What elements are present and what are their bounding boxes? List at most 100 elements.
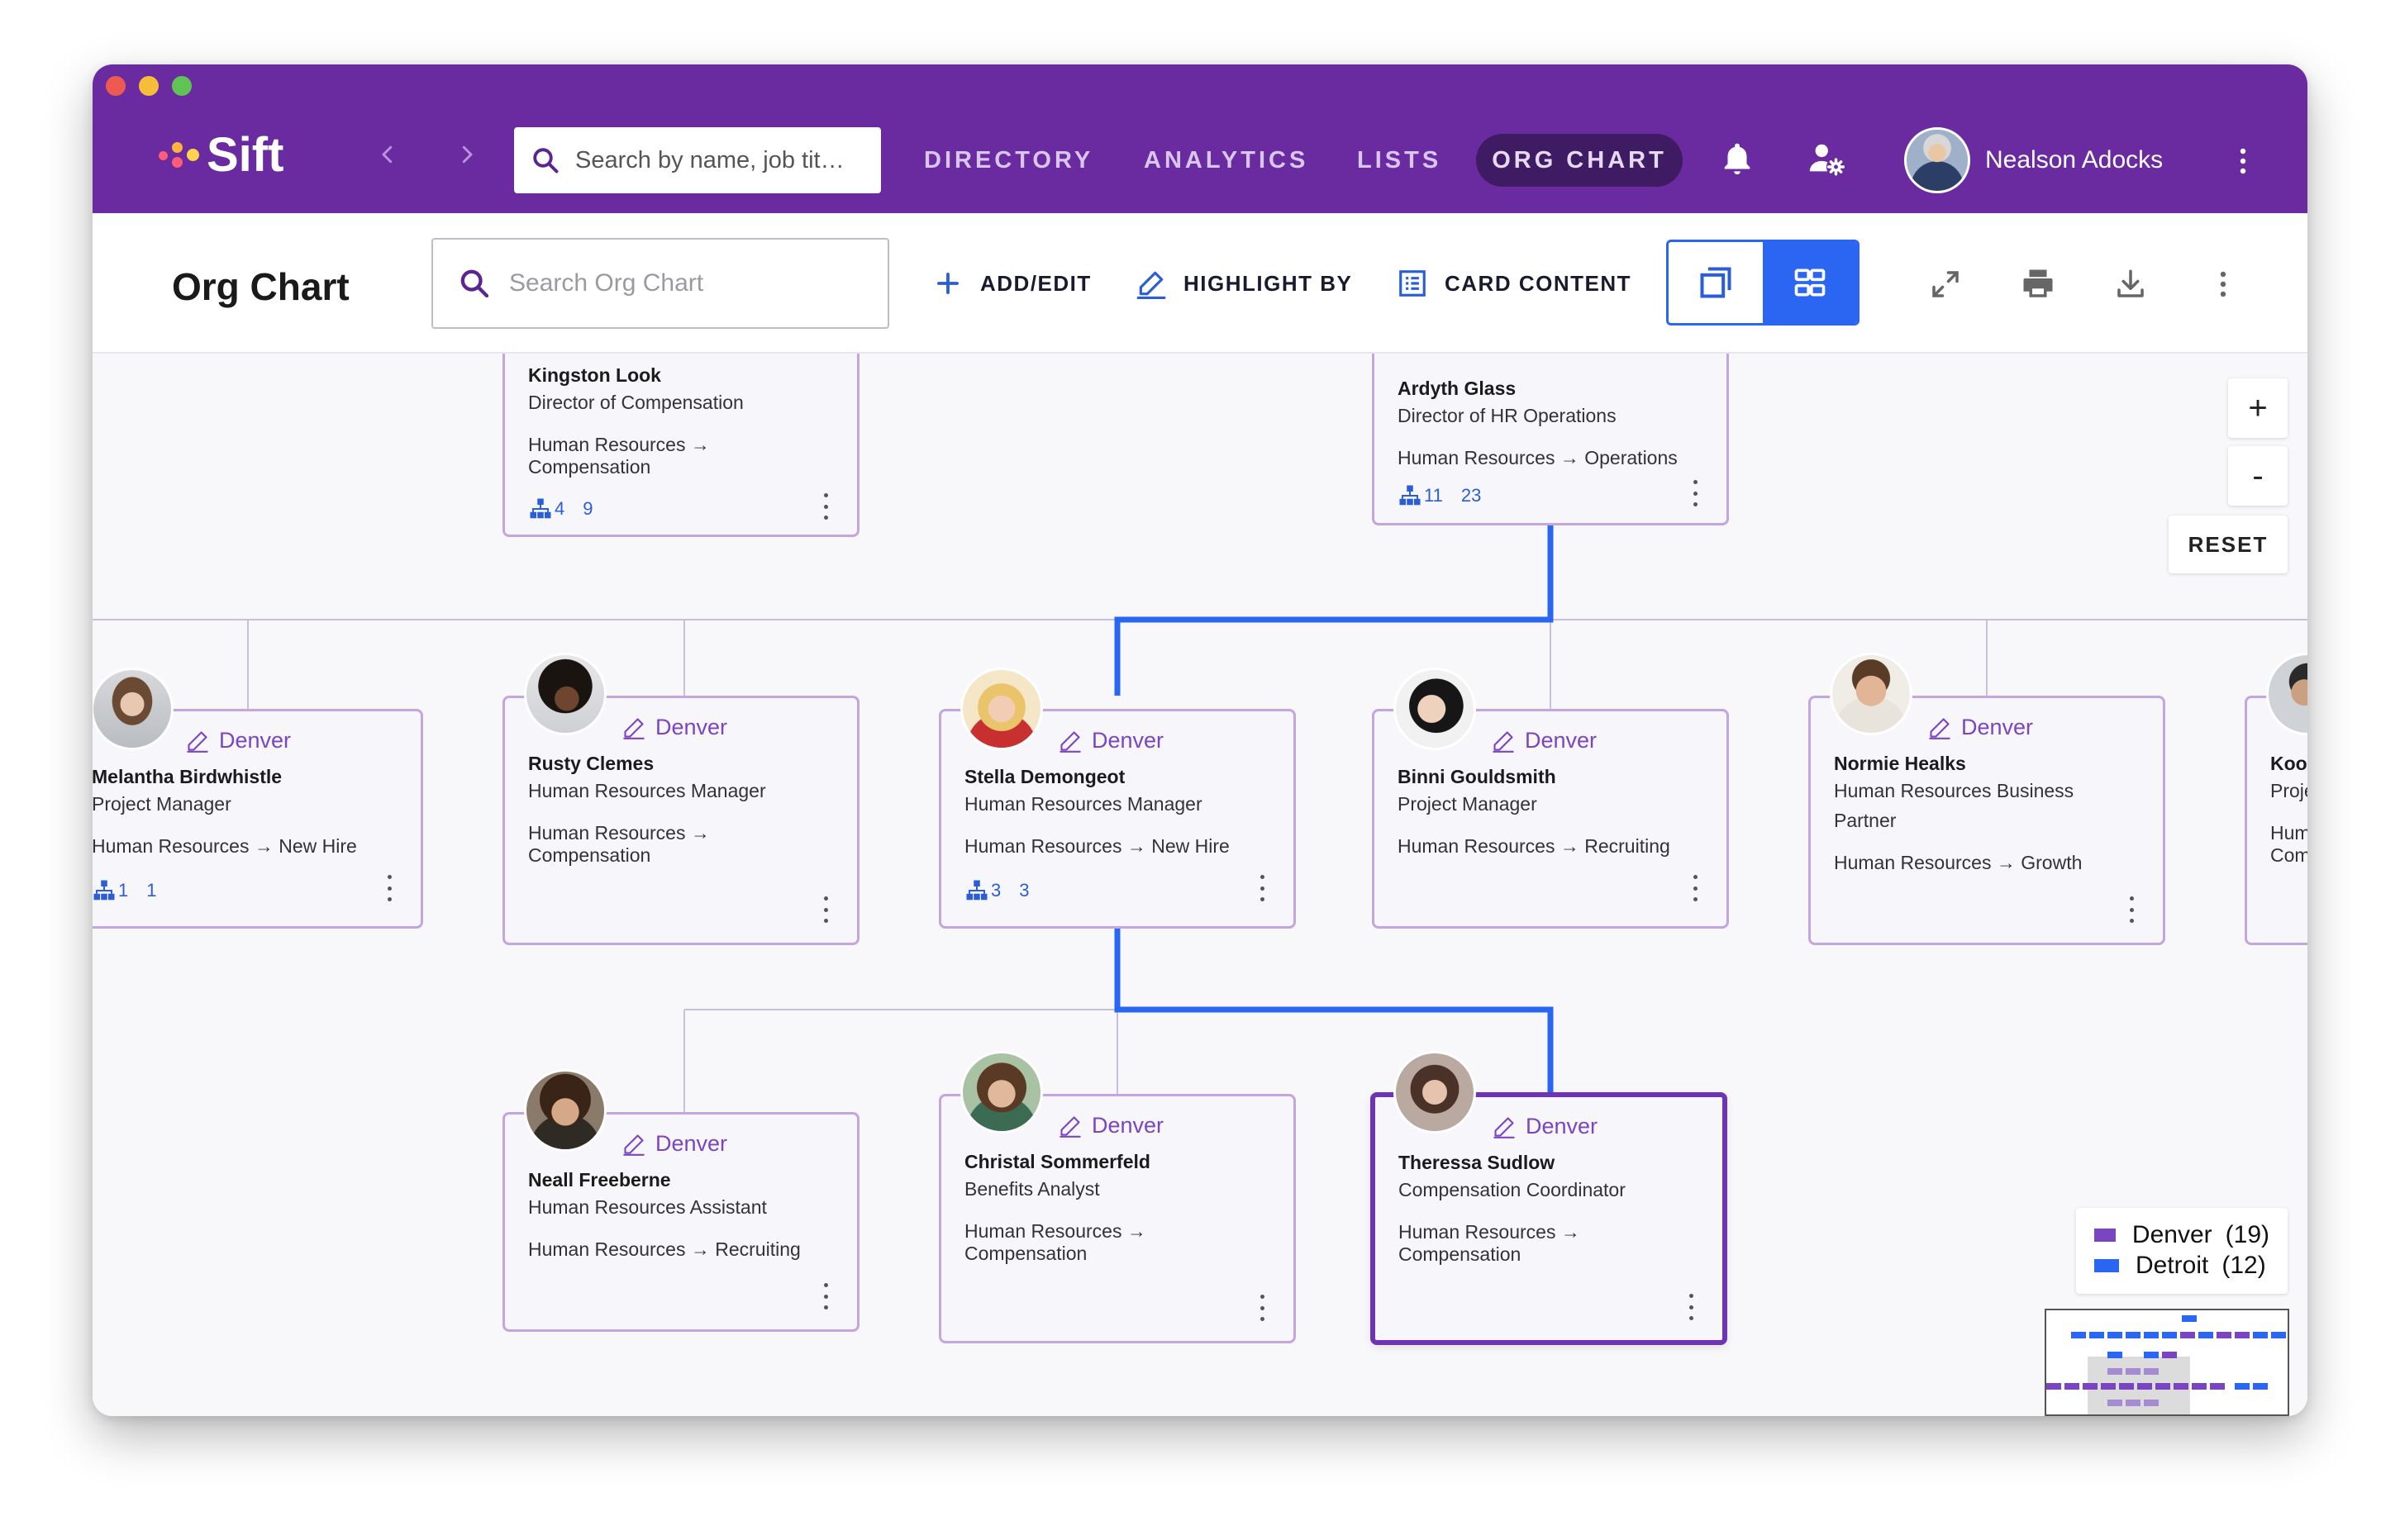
- org-chart-search-input[interactable]: [509, 269, 863, 297]
- add-edit-label: ADD/EDIT: [980, 270, 1092, 296]
- location-tag[interactable]: Denver: [1928, 715, 2033, 740]
- bell-icon[interactable]: [1712, 134, 1762, 183]
- more-vertical-icon[interactable]: [1688, 875, 1702, 901]
- reports-count[interactable]: 4 9: [528, 497, 593, 521]
- grid-view-button[interactable]: [1763, 242, 1857, 323]
- direct-reports-count: 3: [991, 880, 1002, 901]
- window-minimize-button[interactable]: [139, 76, 159, 96]
- location-tag[interactable]: Denver: [1492, 728, 1597, 753]
- logo-dots-icon: [159, 139, 207, 172]
- location-tag[interactable]: Denver: [1059, 728, 1164, 753]
- more-vertical-icon[interactable]: [1684, 1294, 1698, 1320]
- location-tag[interactable]: Denver: [1059, 1113, 1164, 1138]
- global-search-input[interactable]: [575, 146, 873, 174]
- legend-item-denver[interactable]: Denver (19): [2094, 1219, 2269, 1250]
- org-chart-minimap[interactable]: [2045, 1309, 2289, 1416]
- legend-item-detroit[interactable]: Detroit (12): [2094, 1250, 2269, 1281]
- org-chart-canvas[interactable]: Kingston Look Director of Compensation H…: [93, 354, 2307, 1416]
- reports-count[interactable]: 3 3: [964, 878, 1030, 903]
- single-card-view-button[interactable]: [1669, 242, 1763, 323]
- card-title: Project Manager: [1398, 793, 1537, 815]
- card-content-button[interactable]: CARD CONTENT: [1397, 261, 1631, 306]
- nav-analytics[interactable]: ANALYTICS: [1144, 144, 1308, 177]
- avatar[interactable]: [1830, 653, 1912, 735]
- org-card[interactable]: Ardyth Glass Director of HR Operations H…: [1372, 354, 1729, 525]
- search-icon: [533, 148, 559, 173]
- zoom-in-button[interactable]: +: [2228, 378, 2288, 438]
- user-settings-icon[interactable]: [1802, 134, 1851, 183]
- org-chart-toolbar: Org Chart ADD/EDIT HIGHLIGHT BY CARD CON…: [93, 213, 2307, 354]
- reports-count[interactable]: 11 23: [1398, 483, 1481, 508]
- location-tag[interactable]: Denver: [1493, 1114, 1598, 1139]
- total-reports-count: 1: [146, 880, 157, 901]
- add-edit-button[interactable]: ADD/EDIT: [932, 261, 1092, 306]
- card-department: Human Resources → Recruiting: [1398, 835, 1670, 857]
- avatar[interactable]: [524, 653, 607, 735]
- location-tag[interactable]: Denver: [186, 728, 291, 753]
- more-vertical-icon[interactable]: [1688, 480, 1702, 506]
- location-label: Denver: [655, 715, 728, 739]
- window-close-button[interactable]: [106, 76, 126, 96]
- avatar[interactable]: [1393, 668, 1476, 750]
- legend-count: (19): [2225, 1220, 2269, 1248]
- grid-icon: [1794, 269, 1826, 297]
- card-department: Human Resources → Recruiting: [528, 1238, 801, 1260]
- forward-arrow-icon[interactable]: [446, 134, 488, 175]
- location-label: Denver: [219, 728, 292, 753]
- user-name[interactable]: Nealson Adocks: [1985, 144, 2163, 177]
- more-vertical-icon[interactable]: [819, 896, 832, 923]
- location-label: Denver: [1525, 728, 1598, 753]
- location-legend: Denver (19) Detroit (12): [2076, 1208, 2288, 1294]
- location-tag[interactable]: Denver: [622, 1131, 727, 1157]
- highlight-by-button[interactable]: HIGHLIGHT BY: [1136, 261, 1352, 306]
- org-card[interactable]: Kingston Look Director of Compensation H…: [502, 354, 860, 537]
- more-vertical-icon[interactable]: [1255, 875, 1269, 901]
- avatar[interactable]: [1393, 1051, 1476, 1134]
- org-chart-search-box[interactable]: [431, 238, 889, 329]
- location-label: Denver: [1092, 728, 1164, 753]
- edit-pencil-icon: [1060, 1115, 1081, 1138]
- highlight-by-label: HIGHLIGHT BY: [1183, 270, 1353, 296]
- avatar[interactable]: [960, 668, 1043, 750]
- card-department: Human Resources → Compensation: [964, 1220, 1146, 1264]
- window-zoom-button[interactable]: [172, 76, 192, 96]
- reset-zoom-button[interactable]: RESET: [2169, 516, 2288, 573]
- app-logo[interactable]: Sift: [159, 129, 283, 182]
- avatar[interactable]: [960, 1051, 1043, 1134]
- expand-icon[interactable]: [1922, 261, 1969, 307]
- org-tree-icon: [966, 880, 988, 901]
- search-icon: [460, 269, 489, 298]
- plus-icon: [937, 273, 959, 294]
- more-vertical-icon[interactable]: [2200, 261, 2246, 307]
- card-name: Binni Gouldsmith: [1398, 766, 1556, 787]
- back-arrow-icon[interactable]: [367, 134, 408, 175]
- user-avatar[interactable]: [1904, 127, 1970, 193]
- edit-pencil-icon: [1493, 1116, 1515, 1138]
- card-name: Normie Healks: [1834, 753, 1966, 774]
- edit-pencil-icon: [1493, 730, 1514, 753]
- more-vertical-icon[interactable]: [819, 493, 832, 520]
- total-reports-count: 23: [1460, 485, 1482, 506]
- card-title: Project Manager: [93, 793, 231, 815]
- card-title: Director of HR Operations: [1398, 405, 1617, 426]
- more-vertical-icon[interactable]: [819, 1283, 832, 1309]
- location-tag[interactable]: Denver: [622, 715, 727, 740]
- global-search-box[interactable]: [514, 127, 881, 193]
- avatar[interactable]: [524, 1069, 607, 1152]
- more-vertical-icon[interactable]: [383, 875, 396, 901]
- avatar[interactable]: [93, 668, 174, 750]
- more-vertical-icon[interactable]: [2226, 140, 2260, 182]
- more-vertical-icon[interactable]: [2125, 896, 2138, 923]
- print-icon[interactable]: [2015, 261, 2061, 307]
- more-vertical-icon[interactable]: [1255, 1295, 1269, 1321]
- card-name: Kingston Look: [528, 364, 661, 386]
- nav-org-chart[interactable]: ORG CHART: [1476, 134, 1683, 187]
- card-title: Proje: [2270, 780, 2307, 801]
- reports-count[interactable]: 1 1: [93, 878, 157, 903]
- location-label: Denver: [655, 1131, 728, 1156]
- org-tree-icon: [530, 498, 551, 519]
- download-icon[interactable]: [2107, 261, 2154, 307]
- zoom-out-button[interactable]: -: [2228, 446, 2288, 506]
- nav-directory[interactable]: DIRECTORY: [924, 144, 1093, 177]
- nav-lists[interactable]: LISTS: [1357, 144, 1441, 177]
